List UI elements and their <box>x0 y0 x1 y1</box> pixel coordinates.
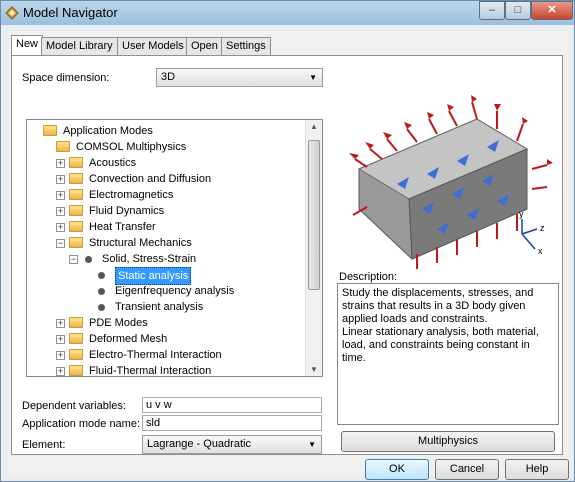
tab-new[interactable]: New <box>11 35 44 55</box>
tree-item-label: Deformed Mesh <box>89 333 168 345</box>
expand-icon[interactable]: + <box>56 159 65 168</box>
dependent-variables-label: Dependent variables: <box>22 400 126 412</box>
model-navigator-window: Model Navigator – □ ✕ New Model Library … <box>0 0 575 482</box>
tree-item-label: Application Modes <box>63 125 153 137</box>
help-button[interactable]: Help <box>505 459 569 480</box>
axis-y-label: y <box>519 209 524 219</box>
folder-icon <box>43 125 57 136</box>
expand-icon[interactable]: + <box>56 191 65 200</box>
tree-item-label: Electro-Thermal Interaction <box>89 349 222 361</box>
tree-item-label: Electromagnetics <box>89 189 174 201</box>
folder-icon <box>69 221 83 232</box>
axis-z-label: z <box>540 223 545 233</box>
tree-item-label: Solid, Stress-Strain <box>102 253 197 265</box>
element-value: Lagrange - Quadratic <box>147 438 251 450</box>
expand-icon[interactable]: + <box>56 223 65 232</box>
collapse-icon[interactable]: − <box>56 239 65 248</box>
expand-icon[interactable]: + <box>56 207 65 216</box>
bullet-icon <box>85 256 92 263</box>
expand-icon[interactable]: + <box>56 335 65 344</box>
element-select[interactable]: Lagrange - Quadratic ▼ <box>142 435 322 454</box>
scroll-up-icon[interactable]: ▲ <box>310 122 318 131</box>
chevron-down-icon: ▼ <box>308 440 316 449</box>
scrollbar-thumb[interactable] <box>308 140 320 290</box>
folder-icon <box>69 317 83 328</box>
description-text: Study the displacements, stresses, and s… <box>337 283 559 425</box>
folder-icon <box>69 157 83 168</box>
bullet-icon <box>98 288 105 295</box>
folder-icon <box>69 365 83 376</box>
tree-item-label: Acoustics <box>89 157 137 169</box>
model-preview-image: y z x <box>337 89 559 271</box>
cancel-button[interactable]: Cancel <box>435 459 499 480</box>
scroll-down-icon[interactable]: ▼ <box>310 365 318 374</box>
tab-settings[interactable]: Settings <box>221 37 271 55</box>
folder-icon <box>69 189 83 200</box>
tab-user-models[interactable]: User Models <box>117 37 189 55</box>
multiphysics-button[interactable]: Multiphysics <box>341 431 555 452</box>
tree-item-label: Structural Mechanics <box>89 237 192 249</box>
tab-open[interactable]: Open <box>186 37 223 55</box>
element-label: Element: <box>22 439 66 451</box>
folder-icon <box>69 333 83 344</box>
application-mode-name-field[interactable]: sld <box>142 415 322 431</box>
chevron-down-icon: ▼ <box>309 73 317 82</box>
folder-icon <box>69 349 83 360</box>
expand-icon[interactable]: + <box>56 367 65 376</box>
tree-scrollbar[interactable]: ▲ ▼ <box>305 120 322 376</box>
app-icon <box>5 6 19 20</box>
folder-icon <box>69 173 83 184</box>
close-button[interactable]: ✕ <box>531 1 573 20</box>
minimize-button[interactable]: – <box>479 1 505 20</box>
space-dimension-value: 3D <box>161 71 176 83</box>
description-label: Description: <box>339 271 398 283</box>
space-dimension-label: Space dimension: <box>22 72 110 84</box>
application-mode-name-label: Application mode name: <box>22 418 141 430</box>
tree-item-label: Heat Transfer <box>89 221 156 233</box>
ok-button[interactable]: OK <box>365 459 429 480</box>
tree-item-label: Transient analysis <box>115 301 204 313</box>
folder-icon <box>56 141 70 152</box>
tree-item-label: Convection and Diffusion <box>89 173 212 185</box>
tree-item-label: COMSOL Multiphysics <box>76 141 187 153</box>
expand-icon[interactable]: + <box>56 319 65 328</box>
description-body: Study the displacements, stresses, and s… <box>342 287 539 364</box>
tree-item-label: PDE Modes <box>89 317 148 329</box>
folder-icon <box>69 205 83 216</box>
expand-icon[interactable]: + <box>56 351 65 360</box>
axis-x-label: x <box>538 246 543 256</box>
collapse-icon[interactable]: − <box>69 255 78 264</box>
tree-item-label: Fluid Dynamics <box>89 205 165 217</box>
dependent-variables-field[interactable]: u v w <box>142 397 322 413</box>
maximize-button[interactable]: □ <box>505 1 531 20</box>
bullet-icon <box>98 272 105 279</box>
folder-icon <box>69 237 83 248</box>
title-bar[interactable]: Model Navigator – □ ✕ <box>1 1 574 25</box>
tab-panel-new: Space dimension: 3D ▼ Application Modes C… <box>11 55 563 455</box>
bullet-icon <box>98 304 105 311</box>
tree-item-label: Fluid-Thermal Interaction <box>89 365 212 377</box>
tree-item-label: Eigenfrequency analysis <box>115 285 235 297</box>
dialog-body: New Model Library User Models Open Setti… <box>7 31 569 480</box>
application-modes-tree[interactable]: Application Modes COMSOL Multiphysics + Aco… <box>26 119 323 377</box>
space-dimension-select[interactable]: 3D ▼ <box>156 68 323 87</box>
expand-icon[interactable]: + <box>56 175 65 184</box>
tab-model-library[interactable]: Model Library <box>41 37 118 55</box>
window-title: Model Navigator <box>23 5 118 20</box>
